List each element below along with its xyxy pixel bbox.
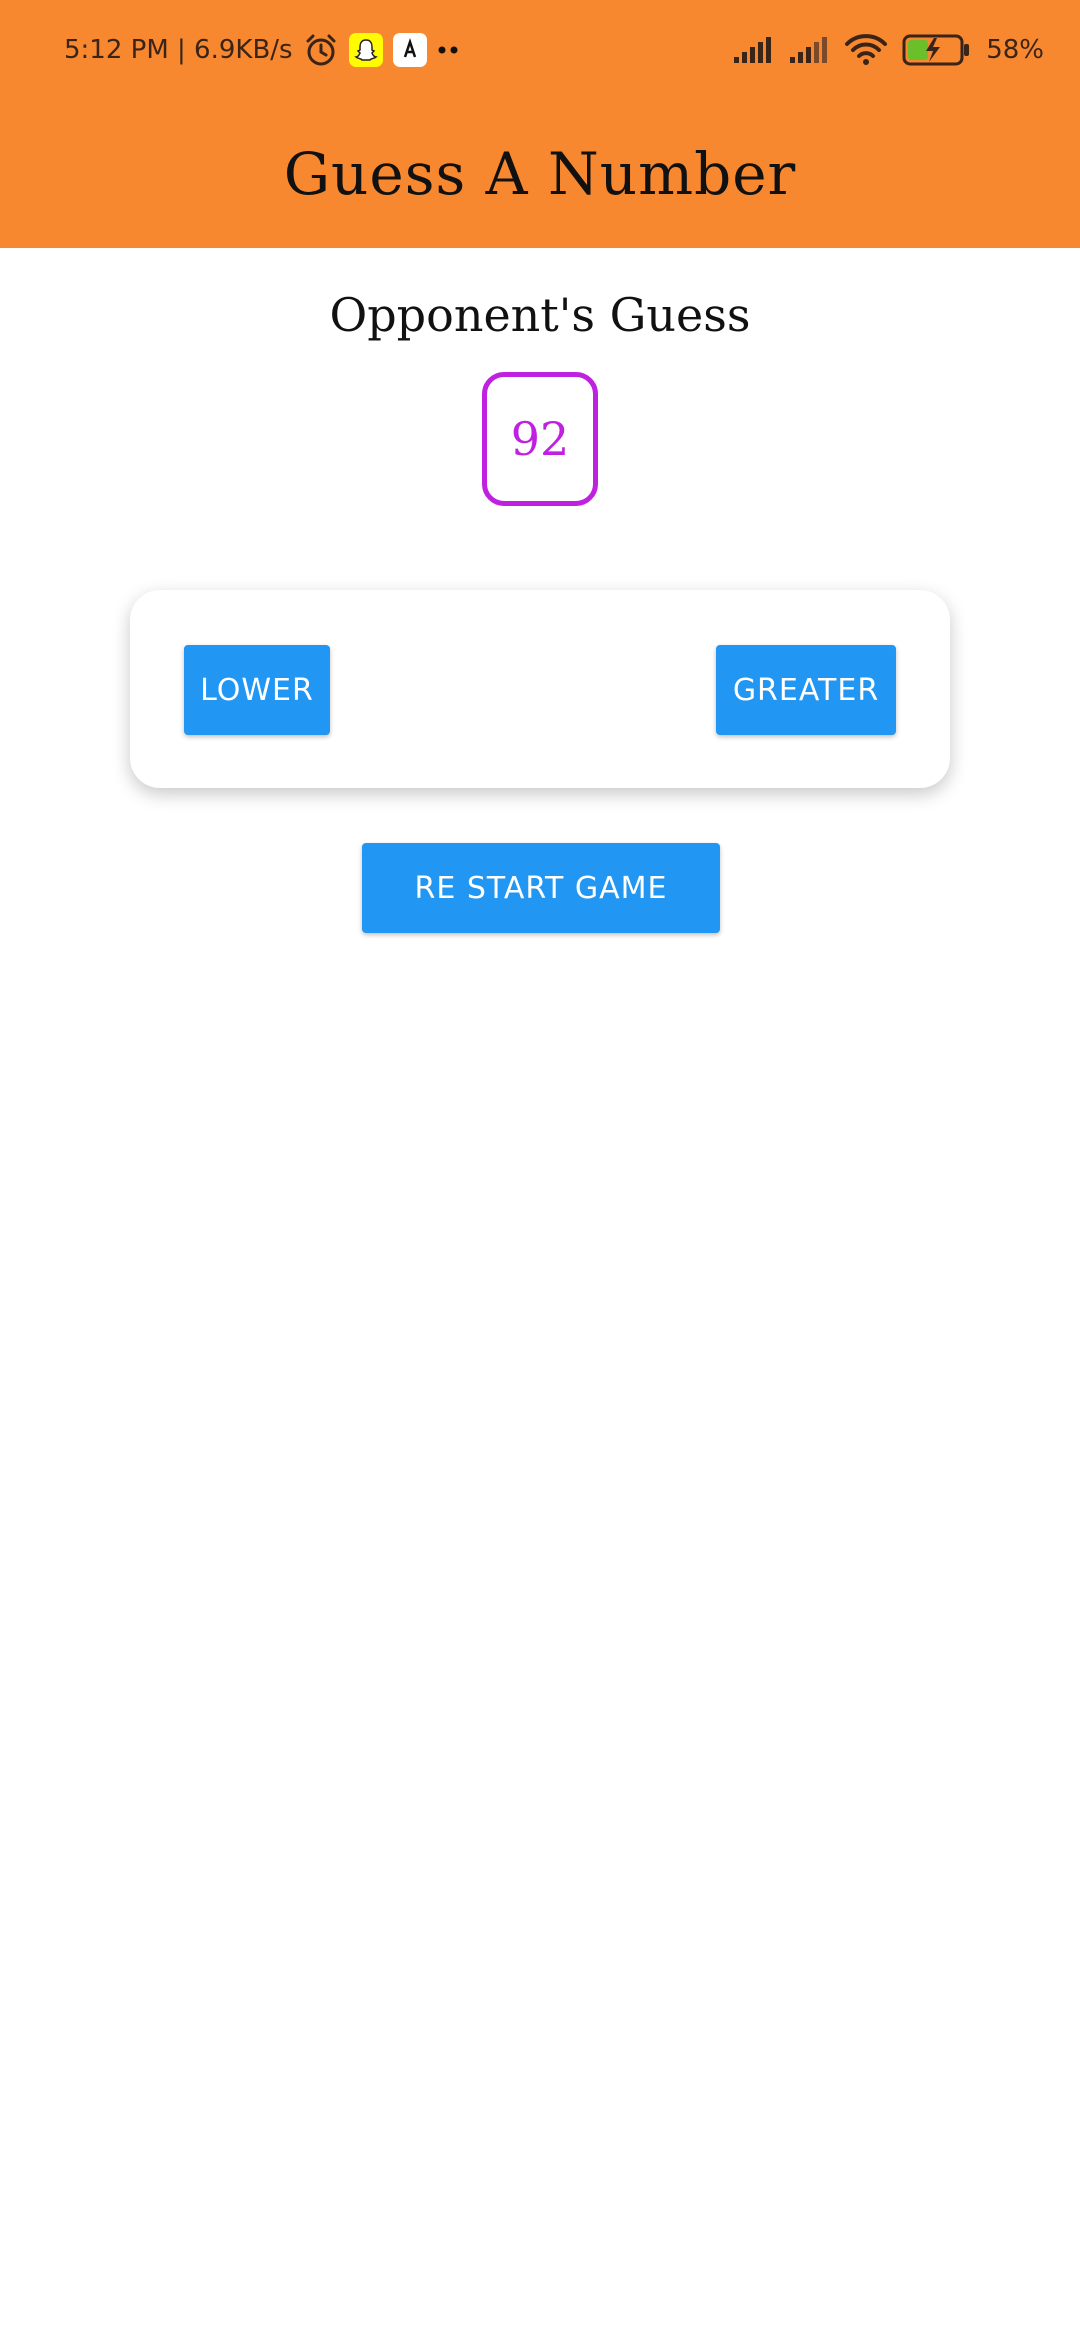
- status-left: 5:12 PM | 6.9KB/s: [64, 30, 459, 70]
- app-header: 5:12 PM | 6.9KB/s 58% Guess A Number: [0, 0, 1080, 248]
- signal-icon: [732, 35, 774, 65]
- hint-button-card: LOWER GREATER: [130, 590, 950, 788]
- restart-game-button[interactable]: RE START GAME: [362, 843, 720, 933]
- page-title: Guess A Number: [283, 140, 797, 208]
- status-bar: 5:12 PM | 6.9KB/s 58%: [0, 0, 1080, 100]
- lower-button[interactable]: LOWER: [184, 645, 330, 735]
- wifi-icon: [844, 33, 888, 67]
- alarm-icon: [303, 32, 339, 68]
- status-time: 5:12 PM | 6.9KB/s: [64, 35, 293, 65]
- opponent-guess-label: Opponent's Guess: [329, 288, 751, 342]
- more-dots-icon: [437, 45, 459, 55]
- signal-icon: [788, 35, 830, 65]
- app-notification-icon: [392, 33, 427, 67]
- status-right: 58%: [732, 30, 1044, 70]
- snapchat-icon: [348, 33, 383, 67]
- opponent-guess-value: 92: [510, 412, 570, 466]
- battery-charging-icon: [902, 33, 972, 67]
- opponent-guess-box: 92: [482, 372, 598, 506]
- greater-button[interactable]: GREATER: [716, 645, 896, 735]
- battery-percent: 58%: [986, 35, 1044, 65]
